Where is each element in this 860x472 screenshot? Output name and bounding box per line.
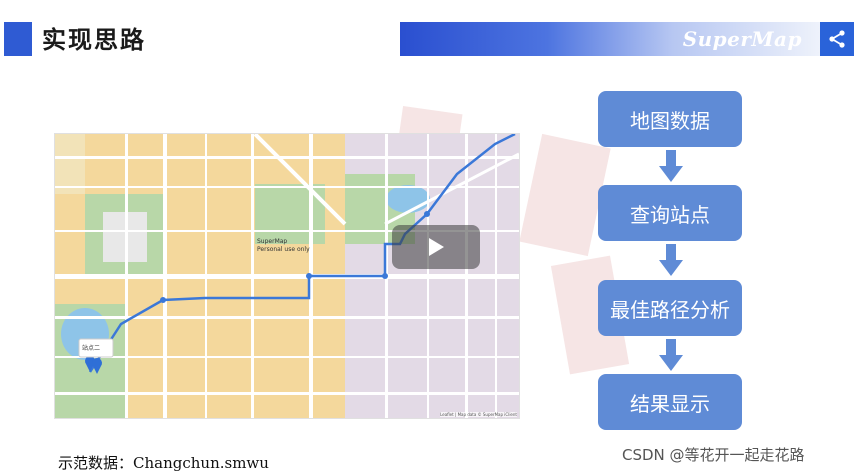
map-popup-label: 站点二	[82, 345, 101, 352]
title-accent-block	[4, 22, 32, 56]
map-watermark: SuperMap Personal use only	[257, 238, 310, 253]
demo-data-caption: 示范数据：Changchun.smwu	[58, 454, 269, 472]
flow-step-best-path: 最佳路径分析	[598, 280, 742, 336]
flow-step-query-stations: 查询站点	[598, 185, 742, 241]
flow-step-result-display: 结果显示	[598, 374, 742, 430]
watermark-shape	[519, 133, 611, 257]
arrow-down-icon	[659, 150, 683, 182]
share-button[interactable]	[820, 22, 854, 56]
play-icon	[429, 238, 444, 256]
video-play-button[interactable]	[392, 225, 480, 269]
presentation-slide: 实现思路 SuperMap SuperMap Personal use only…	[0, 0, 860, 472]
flow-step-map-data: 地图数据	[598, 91, 742, 147]
map-view[interactable]: SuperMap Personal use only 站点二 Leaflet |…	[54, 133, 520, 419]
share-icon	[829, 30, 845, 48]
brand-logo: SuperMap	[682, 27, 802, 51]
arrow-down-icon	[659, 244, 683, 276]
page-title: 实现思路	[42, 26, 146, 54]
arrow-down-icon	[659, 339, 683, 371]
map-canvas	[55, 134, 519, 418]
brand-banner: SuperMap	[400, 22, 820, 56]
csdn-credit: CSDN @等花开一起走花路	[622, 446, 805, 464]
map-attribution: Leaflet | Map data © SuperMap iClient	[440, 412, 517, 417]
